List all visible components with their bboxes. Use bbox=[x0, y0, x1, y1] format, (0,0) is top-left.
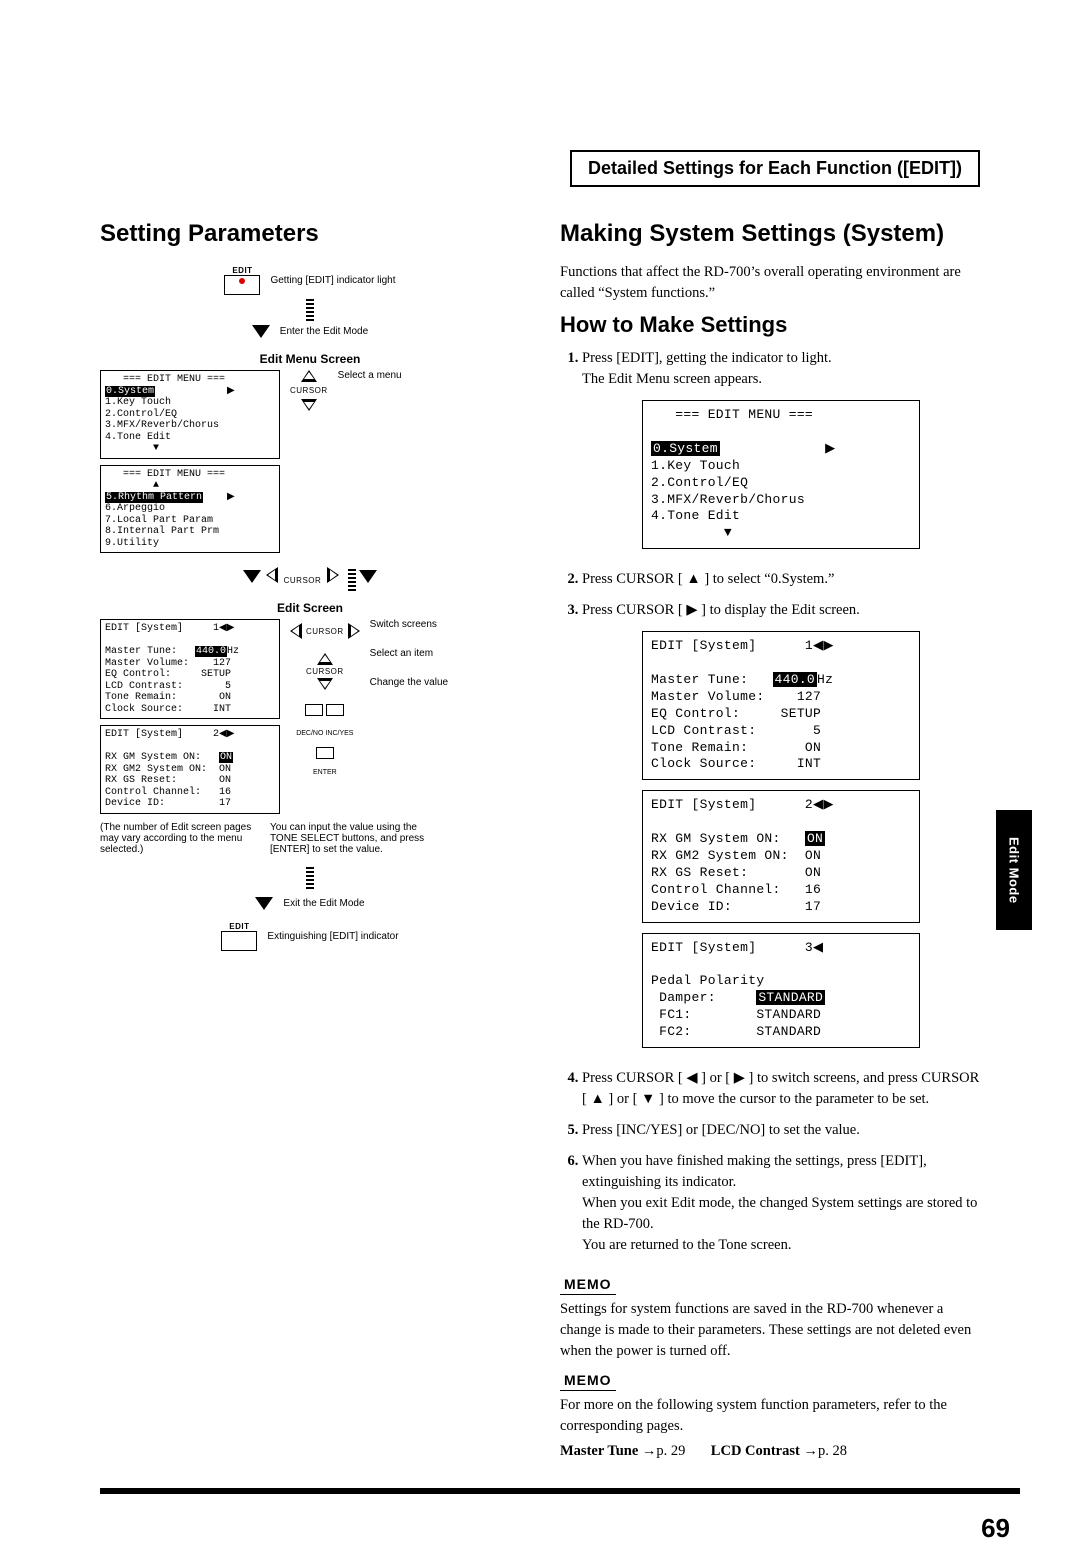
edit-menu-lcd-title: === EDIT MENU === bbox=[651, 407, 813, 422]
system-lcd-2: EDIT [System] 2◀▶ RX GM System ON: ON RX… bbox=[642, 790, 920, 922]
setting-parameters-heading: Setting Parameters bbox=[100, 220, 520, 248]
right-column: Making System Settings (System) Function… bbox=[560, 220, 980, 1460]
edit-menu-selected-top: 0.System bbox=[105, 386, 155, 397]
system-lcd-1-title: EDIT [System] 1◀▶ bbox=[651, 638, 834, 653]
cursor-down-icon-s bbox=[317, 678, 333, 690]
switch-screens-label: Switch screens bbox=[370, 619, 437, 630]
edit-label-bottom: EDIT bbox=[221, 922, 257, 931]
step-6: When you have finished making the settin… bbox=[582, 1151, 980, 1256]
step-3-text: Press CURSOR [ ▶ ] to display the Edit s… bbox=[582, 602, 860, 618]
system-lcd-1: EDIT [System] 1◀▶ Master Tune: 440.0Hz M… bbox=[642, 631, 920, 780]
master-tune-ref-page: p. 29 bbox=[656, 1443, 685, 1459]
edit-screen-lcd2: EDIT [System] 2◀▶ RX GM System ON: ON RX… bbox=[100, 725, 280, 814]
cursor-label-center: CURSOR bbox=[284, 576, 322, 585]
edit-menu-screen-title: Edit Menu Screen bbox=[100, 352, 520, 366]
memo-1-text: Settings for system functions are saved … bbox=[560, 1299, 980, 1362]
edit-label: EDIT bbox=[224, 266, 260, 275]
system-intro-text: Functions that affect the RD-700’s overa… bbox=[560, 262, 980, 304]
step-1: Press [EDIT], getting the indicator to l… bbox=[582, 348, 980, 559]
pages-vary-note: (The number of Edit screen pages may var… bbox=[100, 822, 260, 855]
edit-menu-lcd-top: === EDIT MENU === 0.System ▶ 1.Key Touch… bbox=[100, 370, 280, 459]
tone-select-note: You can input the value using the TONE S… bbox=[270, 822, 430, 855]
lcd-contrast-ref-page: p. 28 bbox=[818, 1443, 847, 1459]
edit-indicator-on bbox=[224, 275, 260, 295]
step-2-text: Press CURSOR [ ▲ ] to select “0.System.” bbox=[582, 571, 834, 587]
memo-label-2: MEMO bbox=[560, 1370, 616, 1391]
getting-indicator-label: Getting [EDIT] indicator light bbox=[270, 275, 395, 286]
step-1-line2: The Edit Menu screen appears. bbox=[582, 371, 762, 387]
exit-edit-mode-label: Exit the Edit Mode bbox=[283, 898, 364, 909]
master-tune-ref-label: Master Tune → bbox=[560, 1443, 656, 1459]
system-lcd-2-title: EDIT [System] 2◀▶ bbox=[651, 797, 834, 812]
cursor-right-icon-s bbox=[348, 623, 360, 639]
edit-menu-selected-bottom: 5.Rhythm Pattern bbox=[105, 492, 203, 503]
memo-2-text: For more on the following system functio… bbox=[560, 1395, 980, 1437]
step-6c-text: You are returned to the Tone screen. bbox=[582, 1237, 791, 1253]
making-system-settings-heading: Making System Settings (System) bbox=[560, 220, 980, 248]
dec-no-button-icon bbox=[305, 704, 323, 716]
edit-screen-lcd1: EDIT [System] 1◀▶ Master Tune: 440.0Hz M… bbox=[100, 619, 280, 719]
extinguish-label: Extinguishing [EDIT] indicator bbox=[267, 931, 398, 942]
flow-stripe-exit-icon bbox=[306, 867, 314, 889]
flow-exit-down-icon bbox=[255, 897, 273, 910]
step-1-line1: Press [EDIT], getting the indicator to l… bbox=[582, 350, 832, 366]
select-item-label: Select an item bbox=[370, 648, 433, 659]
reference-links: Master Tune →p. 29 LCD Contrast →p. 28 bbox=[560, 1443, 980, 1460]
enter-label: ENTER bbox=[313, 769, 337, 776]
incyes-label: INC/YES bbox=[325, 730, 353, 737]
how-to-make-settings-heading: How to Make Settings bbox=[560, 312, 980, 338]
system-lcd1-hl: 440.0 bbox=[773, 672, 818, 687]
cursor-label-small: CURSOR bbox=[290, 386, 328, 395]
system-lcd2-hl: ON bbox=[805, 831, 825, 846]
step-5: Press [INC/YES] or [DEC/NO] to set the v… bbox=[582, 1120, 980, 1141]
system-lcd-3-title: EDIT [System] 3◀ bbox=[651, 940, 831, 955]
inc-yes-button-icon bbox=[326, 704, 344, 716]
step-4: Press CURSOR [ ◀ ] or [ ▶ ] to switch sc… bbox=[582, 1068, 980, 1110]
step-6b-text: When you exit Edit mode, the changed Sys… bbox=[582, 1195, 977, 1232]
edit-indicator-off bbox=[221, 931, 257, 951]
step-3: Press CURSOR [ ▶ ] to display the Edit s… bbox=[582, 600, 980, 1058]
edit-screen-title: Edit Screen bbox=[100, 601, 520, 615]
step-4-text: Press CURSOR [ ◀ ] or [ ▶ ] to switch sc… bbox=[582, 1070, 979, 1107]
cursor-up-icon bbox=[301, 370, 317, 382]
steps-list: Press [EDIT], getting the indicator to l… bbox=[560, 348, 980, 1256]
side-tab-edit-mode: Edit Mode bbox=[996, 810, 1032, 930]
edit-menu-lcd-bottom: === EDIT MENU === ▲ 5.Rhythm Pattern ▶ 6… bbox=[100, 465, 280, 554]
step-2: Press CURSOR [ ▲ ] to select “0.System.” bbox=[582, 569, 980, 590]
system-lcd-3: EDIT [System] 3◀ Pedal Polarity Damper: … bbox=[642, 933, 920, 1048]
step-5-text: Press [INC/YES] or [DEC/NO] to set the v… bbox=[582, 1122, 860, 1138]
cursor-label-s2: CURSOR bbox=[306, 667, 344, 676]
flow-return-down-icon bbox=[359, 570, 377, 583]
page-number: 69 bbox=[981, 1513, 1010, 1544]
cursor-up-icon-s bbox=[317, 653, 333, 665]
flow-down-icon bbox=[243, 570, 261, 583]
enter-edit-mode-label: Enter the Edit Mode bbox=[280, 326, 368, 337]
cursor-down-icon bbox=[301, 399, 317, 411]
flow-down-arrow-icon bbox=[252, 325, 270, 338]
edit-screen2-hl: ON bbox=[219, 752, 233, 763]
decno-label: DEC/NO bbox=[296, 730, 323, 737]
system-lcd3-hl: STANDARD bbox=[756, 990, 825, 1005]
cursor-right-icon bbox=[327, 567, 339, 583]
cursor-left-icon-s bbox=[290, 623, 302, 639]
lcd-contrast-ref-label: LCD Contrast → bbox=[711, 1443, 818, 1459]
flow-stripe-icon bbox=[306, 299, 314, 321]
change-value-label: Change the value bbox=[370, 677, 448, 688]
enter-button-icon bbox=[316, 747, 334, 759]
footer-rule bbox=[100, 1488, 1020, 1494]
select-menu-label: Select a menu bbox=[338, 370, 402, 381]
edit-screen1-hl: 440.0 bbox=[195, 646, 227, 657]
step-6a-text: When you have finished making the settin… bbox=[582, 1153, 927, 1190]
edit-menu-selected: 0.System bbox=[651, 441, 720, 456]
memo-label-1: MEMO bbox=[560, 1274, 616, 1295]
left-column: Setting Parameters EDIT Getting [EDIT] i… bbox=[100, 220, 520, 1460]
page-header-title: Detailed Settings for Each Function ([ED… bbox=[570, 150, 980, 187]
cursor-label-s1: CURSOR bbox=[306, 627, 344, 636]
flow-stripe-icon2 bbox=[348, 569, 356, 591]
cursor-left-icon bbox=[266, 567, 278, 583]
edit-menu-lcd: === EDIT MENU === 0.System ▶ 1.Key Touch… bbox=[642, 400, 920, 549]
